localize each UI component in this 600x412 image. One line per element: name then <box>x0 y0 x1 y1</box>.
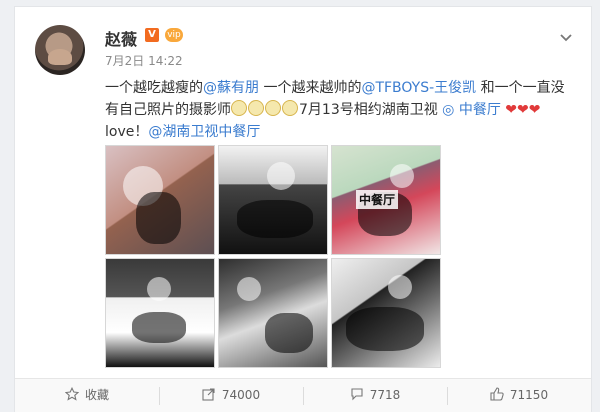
photo-face <box>388 275 412 299</box>
photo-body <box>136 192 181 244</box>
text-part1: 一个越吃越瘦的 <box>105 80 203 96</box>
membership-badge: vip <box>165 28 183 42</box>
photo-shirt <box>132 312 186 343</box>
photo-face <box>237 277 261 301</box>
photo-6[interactable] <box>331 258 441 368</box>
author-avatar[interactable] <box>35 25 85 75</box>
emoji-icon <box>248 100 264 116</box>
photo-counter <box>237 200 313 238</box>
show-link[interactable]: 中餐厅 <box>459 102 501 118</box>
show-logo-text: 中餐厅 <box>356 190 399 209</box>
emoji-icon <box>231 100 247 116</box>
post-text: 一个越吃越瘦的@蘇有朋 一个越来越帅的@TFBOYS-王俊凯 和一个一直没有自己… <box>105 77 575 143</box>
like-button[interactable]: 71150 <box>447 379 591 412</box>
chevron-down-icon[interactable] <box>559 31 573 45</box>
photo-4[interactable] <box>105 258 215 368</box>
show-link-icon: ◎ <box>442 102 459 118</box>
text-part2: 一个越来越帅的 <box>259 80 362 96</box>
photo-table <box>265 313 313 353</box>
emoji-group <box>231 100 299 118</box>
verified-badge: V <box>145 28 159 42</box>
photo-body <box>346 307 424 351</box>
share-icon <box>202 388 215 401</box>
text-part5: love！ <box>105 124 149 140</box>
like-icon <box>490 387 504 401</box>
author-name[interactable]: 赵薇 <box>105 26 137 50</box>
comment-icon <box>351 388 363 401</box>
photo-3[interactable]: 中餐厅 <box>331 145 441 255</box>
post-timestamp[interactable]: 7月2日 14:22 <box>105 52 183 69</box>
photo-5[interactable] <box>218 258 328 368</box>
photo-2[interactable] <box>218 145 328 255</box>
emoji-icon <box>265 100 281 116</box>
mention-hunantv[interactable]: @湖南卫视中餐厅 <box>148 124 260 140</box>
photo-grid: 中餐厅 <box>105 145 480 385</box>
action-bar: 收藏 74000 7718 71150 <box>15 378 591 412</box>
comment-count: 7718 <box>369 388 401 402</box>
emoji-icon <box>282 100 298 116</box>
heart-icon: ❤❤❤ <box>500 102 541 118</box>
like-count: 71150 <box>509 388 549 402</box>
star-icon <box>64 387 79 401</box>
photo-face <box>390 164 414 188</box>
photo-1[interactable] <box>105 145 215 255</box>
share-count: 74000 <box>221 388 261 402</box>
favorite-button[interactable]: 收藏 <box>15 379 159 412</box>
share-button[interactable]: 74000 <box>159 379 303 412</box>
weibo-post-card: 赵薇 V vip 7月2日 14:22 一个越吃越瘦的@蘇有朋 一个越来越帅的@… <box>14 6 592 412</box>
photo-face <box>147 277 171 301</box>
text-part4: 7月13号相约湖南卫视 <box>299 102 443 118</box>
photo-face <box>267 162 295 190</box>
comment-button[interactable]: 7718 <box>303 379 447 412</box>
mention-sutyouping[interactable]: @蘇有朋 <box>203 80 259 96</box>
favorite-label: 收藏 <box>84 388 109 402</box>
mention-tfboys[interactable]: @TFBOYS-王俊凯 <box>361 80 476 96</box>
